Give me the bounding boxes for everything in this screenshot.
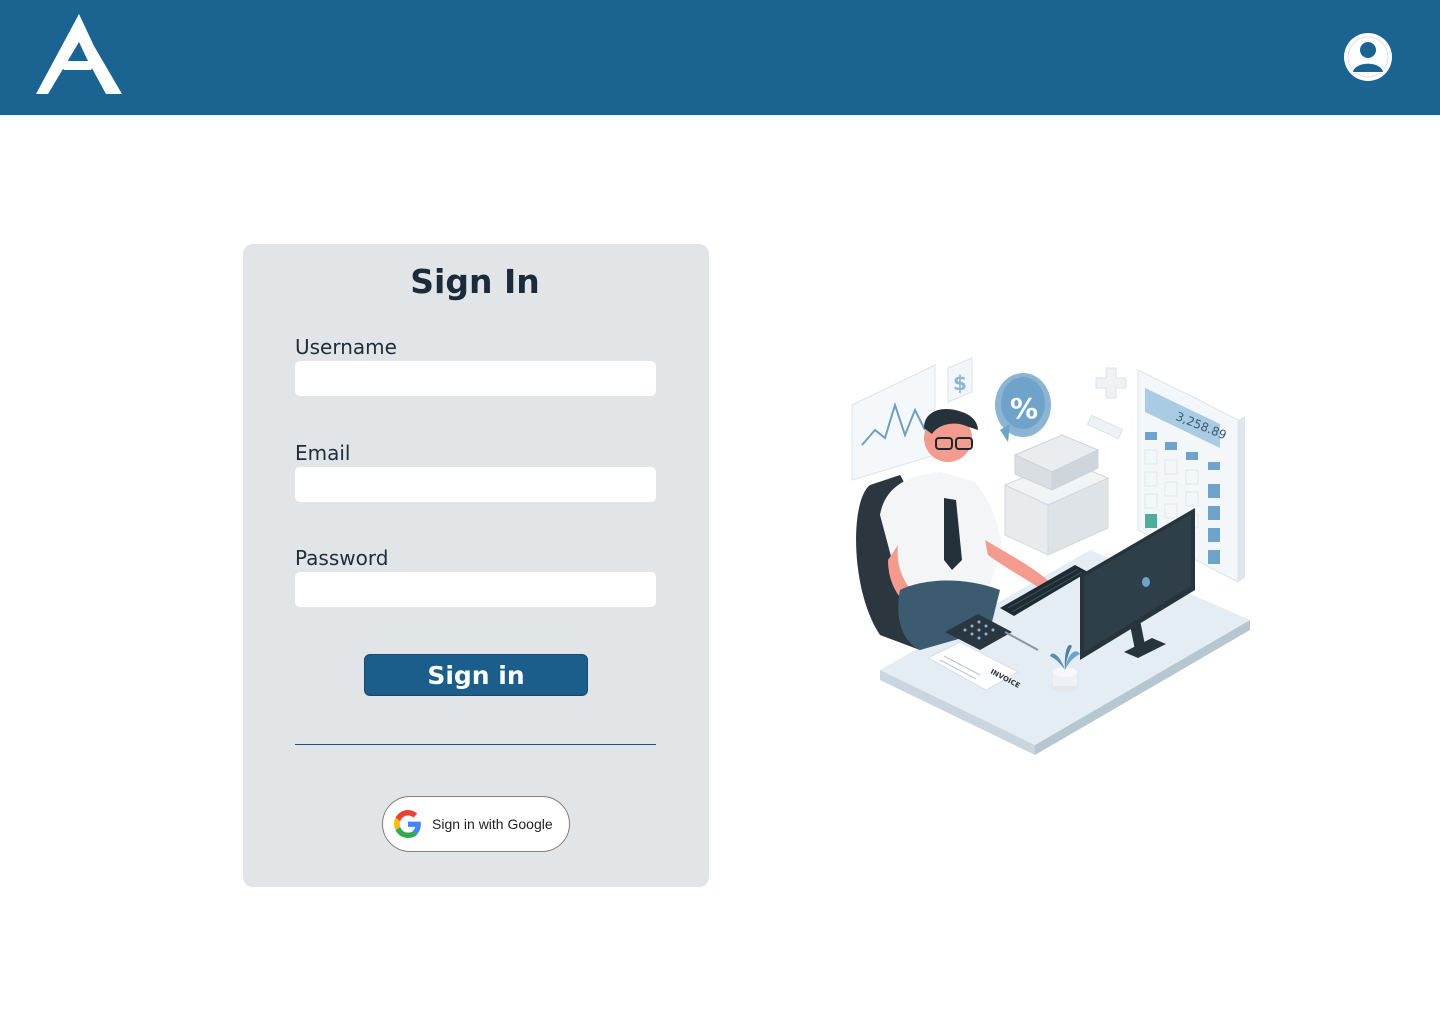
- accountant-illustration: $ % 3,258.89 INVOICE: [851, 357, 1250, 755]
- user-avatar-icon: [1344, 33, 1392, 81]
- username-label: Username: [295, 335, 397, 359]
- logo: [36, 14, 122, 94]
- password-input[interactable]: [295, 572, 656, 607]
- signin-button[interactable]: Sign in: [364, 654, 588, 696]
- google-signin-button[interactable]: Sign in with Google: [382, 796, 570, 852]
- percent-symbol: %: [1010, 392, 1038, 425]
- google-signin-label: Sign in with Google: [432, 816, 553, 832]
- profile-button[interactable]: [1343, 32, 1393, 82]
- password-label: Password: [295, 546, 389, 570]
- email-input[interactable]: [295, 467, 656, 502]
- dollar-symbol: $: [953, 371, 967, 395]
- divider: [295, 744, 656, 745]
- username-input[interactable]: [295, 361, 656, 396]
- top-header: [0, 0, 1440, 115]
- google-g-icon: [394, 810, 421, 838]
- signin-title: Sign In: [410, 262, 540, 301]
- email-label: Email: [295, 441, 351, 465]
